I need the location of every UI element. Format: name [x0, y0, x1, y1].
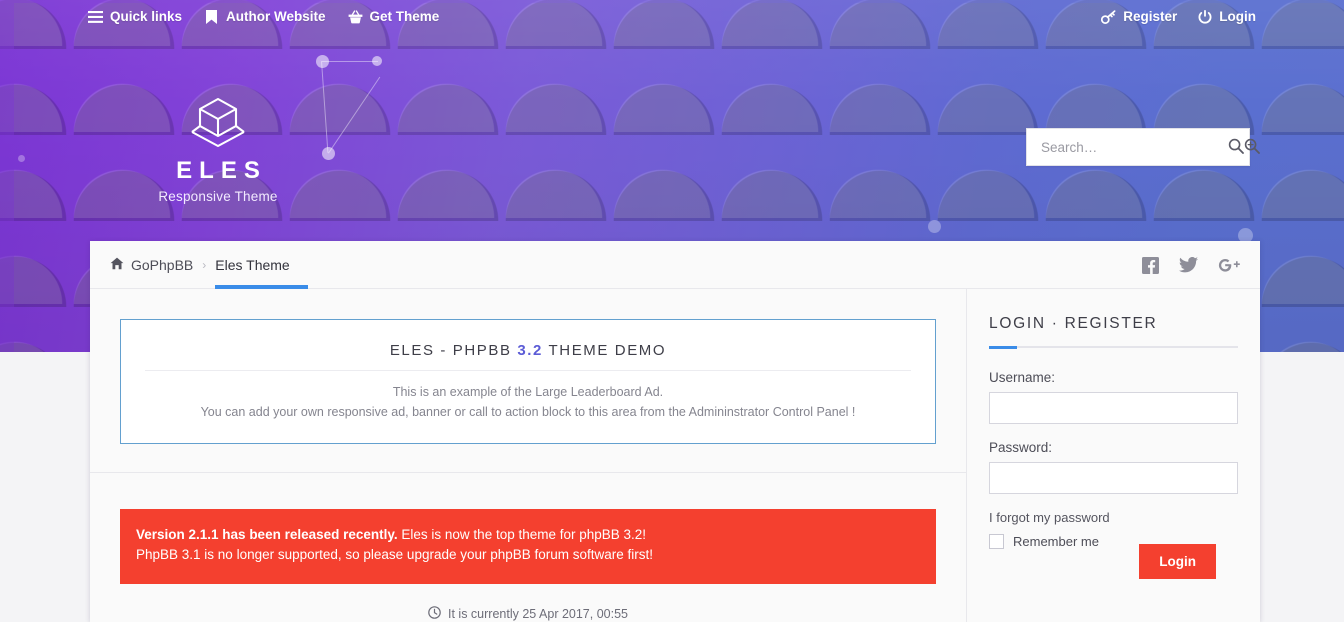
social-links [1142, 241, 1240, 289]
ad-title-version: 3.2 [517, 342, 543, 359]
quick-links-label: Quick links [110, 8, 183, 24]
author-website-label: Author Website [226, 8, 326, 24]
ad-title: ELES - PHPBB 3.2 THEME DEMO [145, 342, 911, 371]
key-icon [1101, 9, 1116, 24]
breadcrumb-bar: GoPhpBB › Eles Theme [90, 241, 1260, 289]
username-input[interactable] [989, 392, 1238, 424]
breadcrumb-item-eles-theme[interactable]: Eles Theme [215, 241, 309, 289]
leaderboard-ad-section: ELES - PHPBB 3.2 THEME DEMO This is an e… [90, 289, 966, 473]
breadcrumb-label: Eles Theme [215, 256, 290, 273]
remember-me-checkbox[interactable] [989, 534, 1004, 549]
ad-title-post: THEME DEMO [543, 342, 667, 359]
breadcrumb-separator: › [202, 257, 207, 272]
ad-line-2: You can add your own responsive ad, bann… [200, 405, 856, 420]
top-navigation-bar: Quick links Author Website Get Theme Reg… [0, 0, 1344, 33]
main-column: ELES - PHPBB 3.2 THEME DEMO This is an e… [90, 289, 967, 622]
password-label: Password: [989, 440, 1053, 455]
search-box [1026, 128, 1260, 166]
announcement-section: Version 2.1.1 has been released recently… [90, 473, 966, 603]
alert-line-2: PhpBB 3.1 is no longer supported, so ple… [136, 547, 654, 563]
facebook-icon[interactable] [1142, 256, 1159, 274]
version-alert: Version 2.1.1 has been released recently… [120, 508, 936, 585]
login-label: Login [1219, 8, 1256, 24]
spark-dot [928, 220, 941, 233]
login-panel-divider [989, 346, 1238, 349]
power-icon [1197, 9, 1212, 24]
login-actions: I forgot my password Remember me Login [989, 510, 1238, 579]
breadcrumb: GoPhpBB › Eles Theme [110, 241, 309, 289]
topbar-left-links: Quick links Author Website Get Theme [88, 0, 439, 33]
current-time-text: It is currently 25 Apr 2017, 00:55 [448, 607, 628, 622]
author-website-link[interactable]: Author Website [204, 8, 326, 24]
logo-title: ELES [176, 157, 267, 184]
register-label: Register [1123, 8, 1178, 24]
search-input[interactable] [1027, 139, 1228, 155]
advanced-search-icon [1244, 138, 1260, 157]
breadcrumb-item-gophpbb[interactable]: GoPhpBB [110, 241, 193, 289]
home-icon [110, 257, 124, 273]
logo-subtitle: Responsive Theme [158, 189, 278, 205]
search-button[interactable] [1228, 129, 1244, 165]
leaderboard-ad: ELES - PHPBB 3.2 THEME DEMO This is an e… [120, 319, 936, 444]
search-icon [1228, 138, 1244, 157]
topbar-right-links: Register Login [1101, 0, 1256, 33]
ad-title-pre: ELES - PHPBB [389, 342, 518, 359]
alert-line-1: Version 2.1.1 has been released recently… [136, 525, 916, 546]
forgot-password-link[interactable]: I forgot my password [989, 510, 1238, 525]
login-panel: LOGIN · REGISTER Username: Password: I f… [967, 289, 1260, 579]
alert-line-1-rest: Eles is now the top theme for phpBB 3.2! [397, 526, 647, 542]
login-panel-title: LOGIN · REGISTER [989, 315, 1158, 332]
password-input[interactable] [989, 462, 1238, 494]
cube-logo-icon [186, 96, 250, 152]
get-theme-link[interactable]: Get Theme [348, 8, 440, 24]
ad-line-1: This is an example of the Large Leaderbo… [392, 385, 664, 399]
get-theme-label: Get Theme [369, 8, 440, 24]
alert-line-1-bold: Version 2.1.1 has been released recently… [136, 526, 398, 542]
spark-dot [18, 155, 25, 162]
login-submit-button[interactable]: Login [1139, 544, 1216, 579]
login-sidebar: LOGIN · REGISTER Username: Password: I f… [967, 289, 1260, 622]
quick-links-button[interactable]: Quick links [88, 10, 182, 24]
breadcrumb-label: GoPhpBB [131, 256, 194, 273]
login-link[interactable]: Login [1197, 8, 1256, 24]
hamburger-icon [88, 10, 103, 24]
site-logo[interactable]: ELES Responsive Theme [103, 96, 333, 204]
current-time-row: It is currently 25 Apr 2017, 00:55 [90, 602, 966, 622]
remember-me-label: Remember me [1013, 534, 1099, 549]
username-label: Username: [989, 370, 1056, 385]
panel-body: ELES - PHPBB 3.2 THEME DEMO This is an e… [90, 289, 1260, 622]
basket-icon [348, 9, 363, 24]
register-link[interactable]: Register [1101, 10, 1177, 24]
content-panel: GoPhpBB › Eles Theme ELES - PHPBB 3.2 TH… [90, 241, 1260, 622]
clock-icon [428, 606, 441, 622]
advanced-search-button[interactable] [1244, 129, 1260, 165]
twitter-icon[interactable] [1179, 257, 1198, 273]
google-plus-icon[interactable] [1218, 257, 1240, 273]
bookmark-icon [204, 9, 219, 24]
